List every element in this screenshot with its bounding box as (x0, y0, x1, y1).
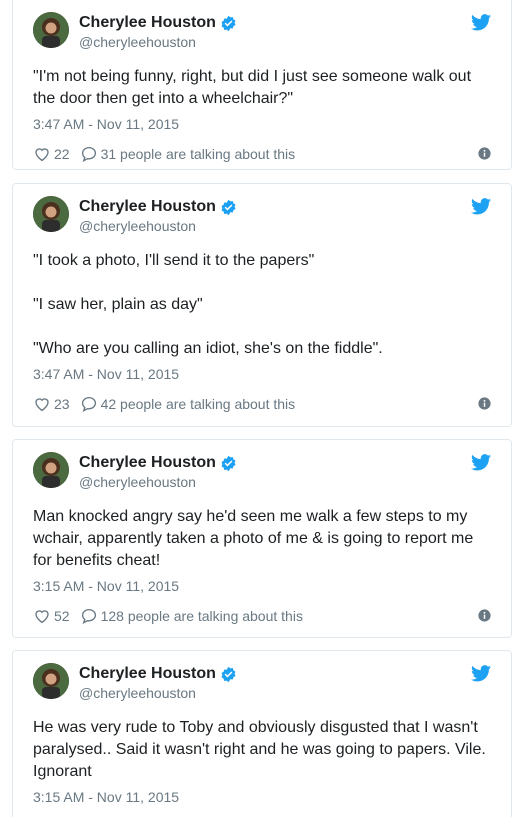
avatar[interactable] (33, 196, 69, 232)
author-row: Cherylee Houston (79, 14, 237, 32)
like-count: 52 (54, 608, 70, 624)
talking-count: 128 people are talking about this (100, 608, 303, 624)
tweet-text: "I took a photo, I'll send it to the pap… (33, 252, 383, 357)
like-count: 23 (54, 396, 70, 412)
tweet-timestamp[interactable]: 3:47 AM - Nov 11, 2015 (33, 366, 491, 382)
avatar[interactable] (33, 663, 69, 699)
tweet-card[interactable]: Cherylee Houston @cheryleehouston Man kn… (12, 439, 512, 638)
verified-badge-icon (221, 666, 236, 682)
author-handle[interactable]: @cheryleehouston (79, 34, 196, 50)
tweet-card[interactable]: Cherylee Houston @cheryleehouston "I too… (12, 183, 512, 427)
heart-icon (35, 610, 49, 624)
info-icon[interactable] (478, 397, 491, 410)
comment-bubble-icon (81, 146, 96, 163)
info-icon[interactable] (478, 147, 491, 160)
conversation-button[interactable]: 42 people are talking about this (80, 395, 296, 413)
author-row: Cherylee Houston (79, 198, 237, 216)
twitter-bird-icon[interactable] (471, 665, 491, 682)
tweet-text: "I'm not being funny, right, but did I j… (33, 68, 472, 107)
author-name[interactable]: Cherylee Houston (79, 14, 216, 32)
author-row: Cherylee Houston (79, 454, 237, 472)
author-row: Cherylee Houston (79, 665, 237, 683)
info-icon[interactable] (478, 609, 491, 622)
author-name[interactable]: Cherylee Houston (79, 198, 216, 216)
heart-icon (35, 148, 49, 162)
like-button[interactable]: 22 (33, 145, 70, 163)
twitter-bird-icon[interactable] (471, 198, 491, 215)
comment-bubble-icon (81, 396, 96, 413)
author-handle[interactable]: @cheryleehouston (79, 474, 196, 490)
conversation-button[interactable]: 31 people are talking about this (80, 145, 296, 163)
author-name[interactable]: Cherylee Houston (79, 665, 216, 683)
like-count: 22 (54, 146, 70, 162)
tweet-timestamp[interactable]: 3:47 AM - Nov 11, 2015 (33, 116, 491, 132)
tweet-header: Cherylee Houston @cheryleehouston (33, 663, 491, 707)
conversation-button[interactable]: 128 people are talking about this (80, 607, 303, 625)
author-name[interactable]: Cherylee Houston (79, 454, 216, 472)
tweet-actions: 52 128 people are talking about this (33, 606, 491, 626)
tweet-card[interactable]: Cherylee Houston @cheryleehouston He was… (12, 650, 512, 817)
twitter-bird-icon[interactable] (471, 14, 491, 31)
author-handle[interactable]: @cheryleehouston (79, 218, 196, 234)
tweet-feed: Cherylee Houston @cheryleehouston "I'm n… (0, 0, 530, 817)
tweet-timestamp[interactable]: 3:15 AM - Nov 11, 2015 (33, 789, 491, 805)
avatar[interactable] (33, 452, 69, 488)
tweet-header: Cherylee Houston @cheryleehouston (33, 12, 491, 56)
tweet-text: Man knocked angry say he'd seen me walk … (33, 508, 474, 569)
talking-count: 31 people are talking about this (100, 146, 296, 162)
talking-count: 42 people are talking about this (100, 396, 296, 412)
heart-icon (35, 398, 49, 412)
tweet-timestamp[interactable]: 3:15 AM - Nov 11, 2015 (33, 578, 491, 594)
verified-badge-icon (221, 199, 236, 215)
like-button[interactable]: 52 (33, 607, 70, 625)
tweet-header: Cherylee Houston @cheryleehouston (33, 452, 491, 496)
verified-badge-icon (221, 455, 236, 471)
tweet-header: Cherylee Houston @cheryleehouston (33, 196, 491, 240)
tweet-actions: 23 42 people are talking about this (33, 394, 491, 414)
verified-badge-icon (221, 15, 236, 31)
tweet-card[interactable]: Cherylee Houston @cheryleehouston "I'm n… (12, 0, 512, 170)
avatar[interactable] (33, 12, 69, 48)
author-handle[interactable]: @cheryleehouston (79, 685, 196, 701)
tweet-text: He was very rude to Toby and obviously d… (33, 719, 486, 780)
like-button[interactable]: 23 (33, 395, 70, 413)
comment-bubble-icon (81, 608, 96, 625)
tweet-actions: 22 31 people are talking about this (33, 144, 491, 164)
twitter-bird-icon[interactable] (471, 454, 491, 471)
